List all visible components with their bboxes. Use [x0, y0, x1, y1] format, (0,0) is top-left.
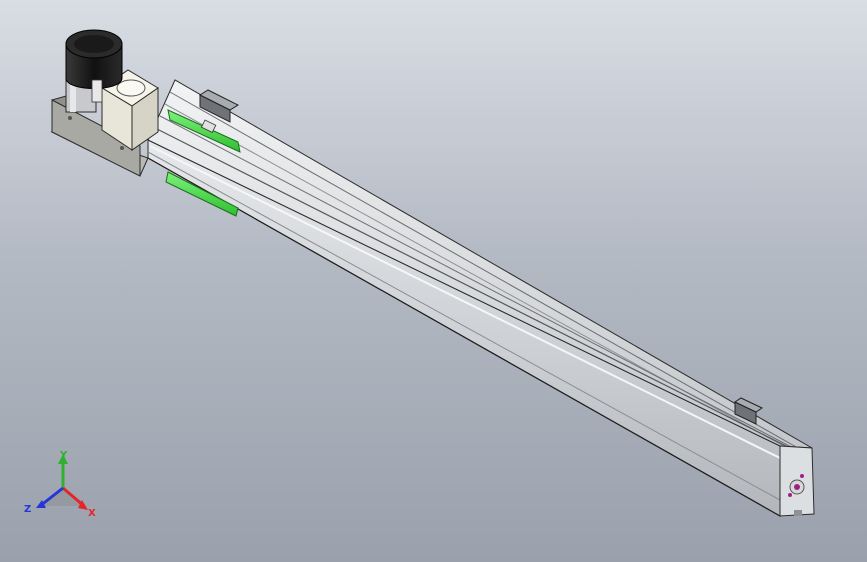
x-axis-label: X: [88, 508, 96, 519]
rail-groove: [147, 151, 781, 501]
end-cap-bolt-icon: [800, 474, 804, 478]
linear-actuator-model[interactable]: [0, 0, 867, 562]
end-cap-bolt-icon: [794, 484, 800, 490]
end-cap-bolt-icon: [788, 493, 792, 497]
triad-base: [42, 488, 84, 506]
rail-bottom-edge: [147, 157, 781, 517]
orientation-triad[interactable]: Y X Z: [22, 448, 104, 520]
rail-side-face: [147, 139, 781, 517]
end-cap[interactable]: [779, 445, 815, 517]
rail-slot-line: [154, 127, 789, 448]
cad-graphics-area[interactable]: Y X Z: [0, 0, 867, 562]
end-cap-notch: [794, 510, 802, 516]
z-axis-label: Z: [24, 504, 31, 515]
rail-body[interactable]: [147, 79, 813, 517]
rail-slot-line: [164, 103, 801, 456]
rail-edge-highlight: [149, 145, 781, 459]
y-axis-label: Y: [59, 450, 68, 461]
rail-slot-line: [159, 115, 796, 450]
rail-slot-line: [169, 91, 806, 453]
rail-top-face: [147, 79, 813, 449]
